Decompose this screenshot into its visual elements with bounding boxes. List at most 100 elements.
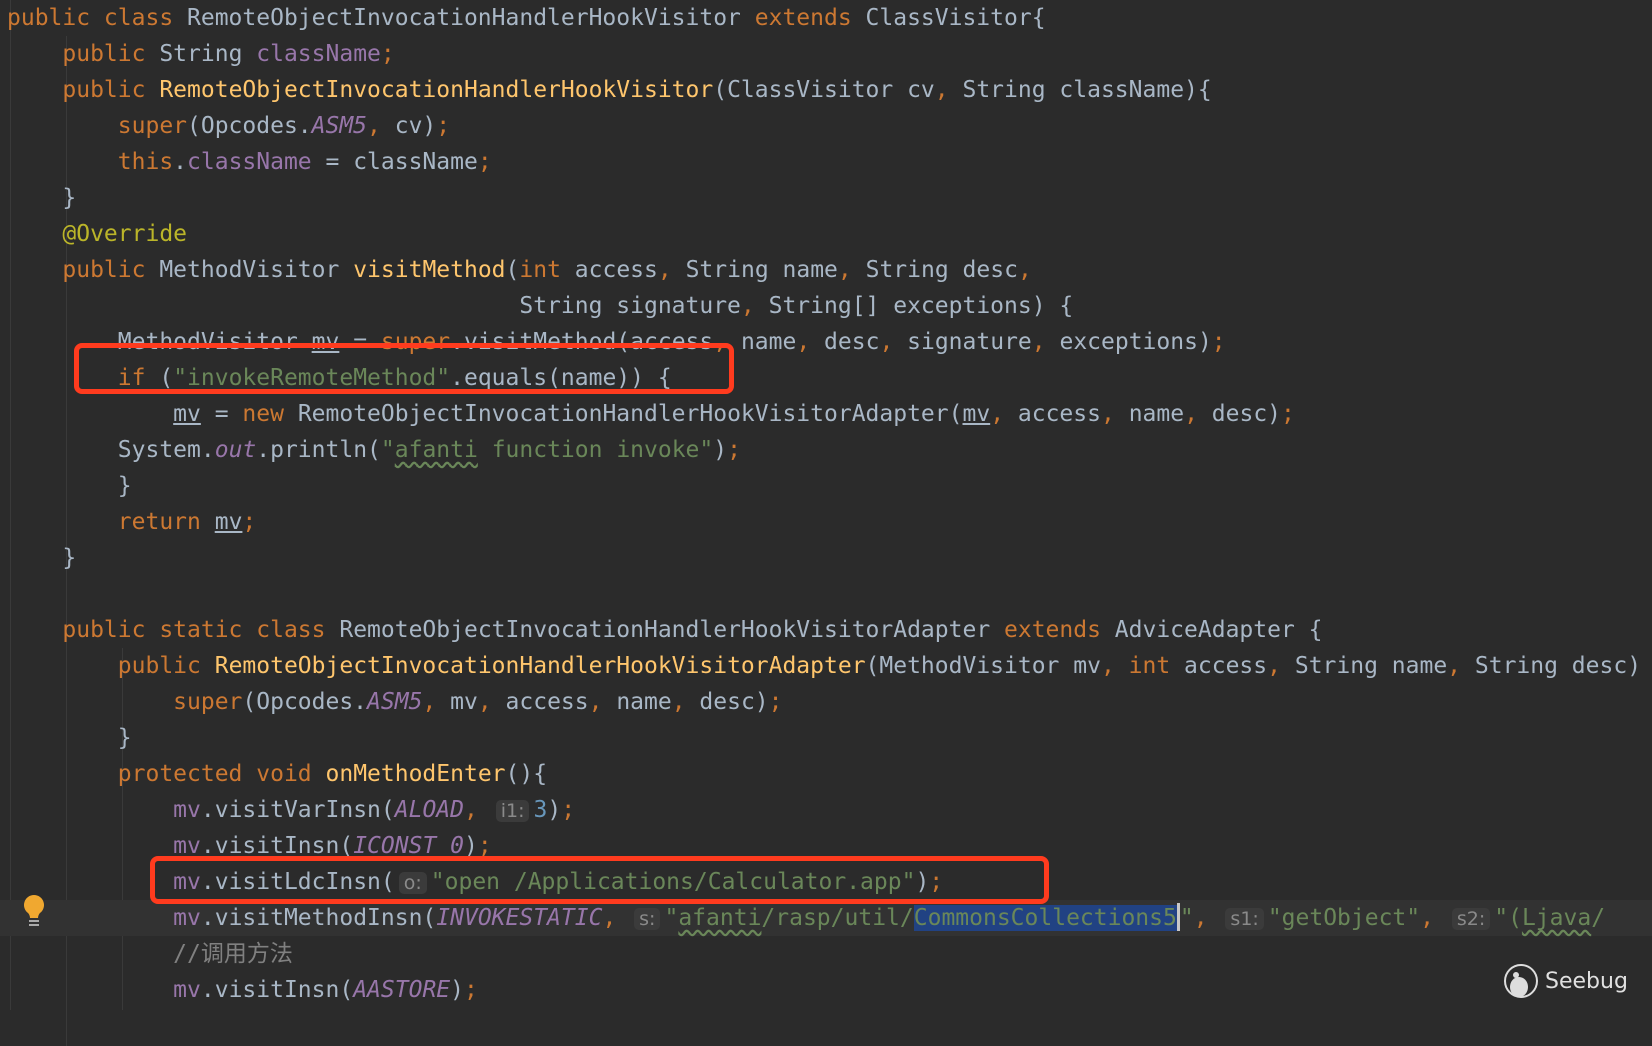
code-line[interactable]: super(Opcodes.ASM5, mv, access, name, de… — [0, 684, 1652, 720]
code-token: mv — [173, 797, 201, 823]
highlight-box-ldc-insn — [150, 856, 1049, 904]
code-token — [7, 977, 173, 1003]
code-line[interactable]: public class RemoteObjectInvocationHandl… — [0, 0, 1652, 36]
code-token: int — [519, 257, 574, 283]
code-token — [7, 401, 173, 427]
code-token: = className — [312, 149, 478, 175]
code-token: / — [1591, 905, 1605, 931]
code-token: , — [1101, 653, 1129, 679]
code-token: desc — [824, 329, 879, 355]
code-token: (){ — [506, 761, 548, 787]
code-token — [7, 833, 173, 859]
code-line[interactable]: } — [0, 540, 1652, 576]
code-token: mv — [173, 977, 201, 1003]
code-token: ; — [242, 509, 256, 535]
code-token: super — [7, 113, 187, 139]
code-token: " — [1180, 905, 1194, 931]
code-line[interactable]: System.out.println("afanti function invo… — [0, 432, 1652, 468]
code-token: } — [7, 185, 76, 211]
code-token: , — [1420, 905, 1448, 931]
code-token: String name — [1295, 653, 1447, 679]
code-token: className — [256, 41, 381, 67]
code-token: String className){ — [962, 77, 1211, 103]
code-line[interactable]: mv.visitVarInsn(ALOAD, i1:3); — [0, 792, 1652, 828]
code-token: cv) — [395, 113, 437, 139]
code-line[interactable]: @Override — [0, 216, 1652, 252]
code-line[interactable]: } — [0, 468, 1652, 504]
code-token: public — [7, 77, 159, 103]
code-token: afanti — [678, 905, 761, 931]
code-line[interactable]: this.className = className; — [0, 144, 1652, 180]
code-line[interactable]: mv.visitInsn(AASTORE); — [0, 972, 1652, 1008]
code-token: desc) — [699, 689, 768, 715]
highlight-box-if-invoke — [74, 343, 734, 394]
code-line[interactable]: public static class RemoteObjectInvocati… — [0, 612, 1652, 648]
code-token: MethodVisitor — [159, 257, 353, 283]
code-token: int — [1129, 653, 1184, 679]
code-token: ; — [1212, 329, 1226, 355]
code-token: out — [215, 437, 257, 463]
code-line[interactable]: public RemoteObjectInvocationHandlerHook… — [0, 648, 1652, 684]
code-token: access — [1184, 653, 1267, 679]
code-token: String signature — [7, 293, 741, 319]
code-token: RemoteObjectInvocationHandlerHookVisitor… — [298, 401, 963, 427]
code-line[interactable]: String signature, String[] exceptions) { — [0, 288, 1652, 324]
code-token: name — [741, 329, 796, 355]
code-line[interactable]: public RemoteObjectInvocationHandlerHook… — [0, 72, 1652, 108]
code-token: public class — [7, 5, 187, 31]
code-line[interactable] — [0, 576, 1652, 612]
code-token: ; — [561, 797, 575, 823]
code-token: RemoteObjectInvocationHandlerHookVisitor — [159, 77, 713, 103]
code-token: .visitInsn( — [201, 977, 353, 1003]
code-token: , — [602, 905, 630, 931]
code-token: ALOAD — [395, 797, 464, 823]
code-token: @Override — [7, 221, 187, 247]
code-token: AASTORE — [353, 977, 450, 1003]
code-line[interactable]: mv.visitMethodInsn(INVOKESTATIC, s:"afan… — [0, 900, 1652, 936]
code-line[interactable]: protected void onMethodEnter(){ — [0, 756, 1652, 792]
code-line[interactable]: public String className; — [0, 36, 1652, 72]
code-token: afanti — [395, 437, 478, 463]
code-editor[interactable]: public class RemoteObjectInvocationHandl… — [0, 0, 1652, 1010]
code-token: "( — [1494, 905, 1522, 931]
code-token: ; — [1281, 401, 1295, 427]
code-line[interactable]: public MethodVisitor visitMethod(int acc… — [0, 252, 1652, 288]
code-token: , — [1018, 257, 1032, 283]
code-line[interactable]: } — [0, 180, 1652, 216]
parameter-hint: s1: — [1225, 908, 1263, 930]
code-token: .visitMethodInsn( — [201, 905, 436, 931]
code-token: (MethodVisitor mv — [866, 653, 1101, 679]
code-token: , — [1101, 401, 1129, 427]
code-line[interactable]: } — [0, 720, 1652, 756]
code-token: , — [672, 689, 700, 715]
code-token: , — [1032, 329, 1060, 355]
code-token: ; — [769, 689, 783, 715]
code-line[interactable]: super(Opcodes.ASM5, cv); — [0, 108, 1652, 144]
code-token: , — [1184, 401, 1212, 427]
code-token: extends — [755, 5, 866, 31]
parameter-hint: s2: — [1452, 908, 1490, 930]
lightbulb-icon[interactable] — [22, 894, 46, 928]
code-token: } — [7, 545, 76, 571]
code-token: , — [741, 293, 769, 319]
code-token: ) — [547, 797, 561, 823]
code-token: visitMethod — [353, 257, 505, 283]
code-token: , — [838, 257, 866, 283]
code-line[interactable]: //调用方法 — [0, 936, 1652, 972]
code-line[interactable]: return mv; — [0, 504, 1652, 540]
code-token: } — [7, 725, 132, 751]
code-token: className — [187, 149, 312, 175]
code-token: desc) — [1212, 401, 1281, 427]
code-token: (Opcodes. — [187, 113, 312, 139]
code-token: , — [879, 329, 907, 355]
code-token: , — [464, 797, 492, 823]
code-token: , — [422, 689, 450, 715]
code-token: return — [7, 509, 215, 535]
code-token: name — [1129, 401, 1184, 427]
code-line[interactable]: mv = new RemoteObjectInvocationHandlerHo… — [0, 396, 1652, 432]
code-token: , — [367, 113, 395, 139]
code-token: = — [201, 401, 243, 427]
code-token: ( — [506, 257, 520, 283]
code-token: .visitVarInsn( — [201, 797, 395, 823]
code-token: mv — [215, 509, 243, 535]
